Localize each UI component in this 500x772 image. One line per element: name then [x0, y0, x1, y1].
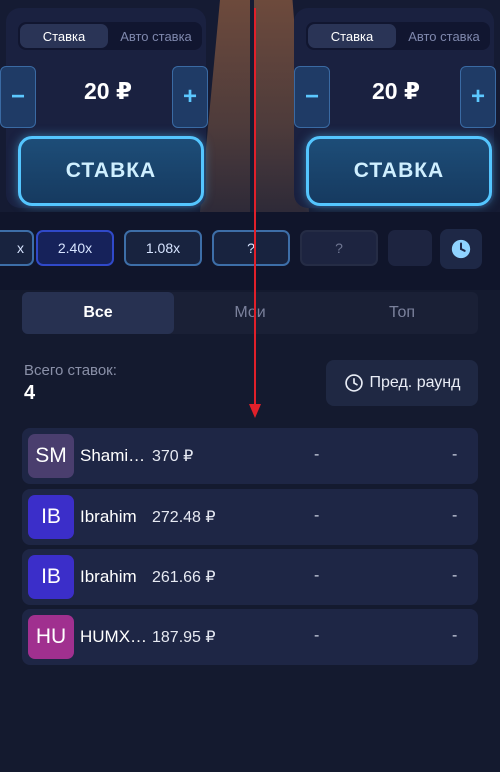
- increase-button[interactable]: +: [460, 66, 496, 128]
- place-bet-button[interactable]: СТАВКА: [18, 136, 204, 206]
- win-amount: -: [452, 627, 458, 644]
- bet-row: HU HUMX… 187.95 ₽ - -: [22, 609, 478, 665]
- multiplier-chip: 1.08x: [124, 230, 202, 266]
- cashout-multiplier: -: [314, 567, 320, 584]
- mode-tab-auto-bet[interactable]: Авто ставка: [400, 24, 488, 48]
- total-bets-value: 4: [24, 382, 36, 404]
- win-amount: -: [452, 446, 458, 463]
- multiplier-chip-faded: [388, 230, 432, 266]
- avatar: IB: [28, 555, 74, 599]
- mode-tab-auto-bet[interactable]: Авто ставка: [112, 24, 200, 48]
- bet-panel-left: Ставка Авто ставка − 20 ₽ + СТАВКА: [0, 8, 208, 208]
- bet-row: SM Shami… 370 ₽ - -: [22, 428, 478, 484]
- history-clock-button[interactable]: [440, 229, 482, 269]
- total-bets-label: Всего ставок:: [24, 362, 117, 379]
- avatar: SM: [28, 434, 74, 478]
- player-name: Shami…: [80, 446, 146, 465]
- bet-amount: 272.48 ₽: [152, 509, 216, 526]
- bet-amount[interactable]: 20 ₽: [48, 78, 168, 105]
- multiplier-chip: 2.40x: [36, 230, 114, 266]
- clock-icon: [451, 239, 471, 259]
- multiplier-chip: x: [0, 230, 34, 266]
- decrease-button[interactable]: −: [294, 66, 330, 128]
- avatar: HU: [28, 615, 74, 659]
- bet-amount: 261.66 ₽: [152, 569, 216, 586]
- increase-button[interactable]: +: [172, 66, 208, 128]
- tab-all[interactable]: Все: [22, 292, 174, 334]
- mode-tab-bet[interactable]: Ставка: [308, 24, 396, 48]
- tab-top[interactable]: Топ: [326, 292, 478, 334]
- previous-round-button[interactable]: Пред. раунд: [326, 360, 478, 406]
- cashout-multiplier: -: [314, 627, 320, 644]
- bet-row: IB Ibrahim 261.66 ₽ - -: [22, 549, 478, 605]
- cashout-multiplier: -: [314, 446, 320, 463]
- mode-switch: Ставка Авто ставка: [306, 22, 490, 50]
- player-name: HUMX…: [80, 627, 148, 646]
- previous-round-label: Пред. раунд: [369, 374, 461, 391]
- annotation-arrow: [249, 8, 261, 418]
- bet-amount: 187.95 ₽: [152, 629, 216, 646]
- mode-switch: Ставка Авто ставка: [18, 22, 202, 50]
- avatar: IB: [28, 495, 74, 539]
- bet-row: IB Ibrahim 272.48 ₽ - -: [22, 489, 478, 545]
- win-amount: -: [452, 567, 458, 584]
- player-name: Ibrahim: [80, 567, 137, 586]
- bet-amount: 370 ₽: [152, 448, 194, 465]
- place-bet-button[interactable]: СТАВКА: [306, 136, 492, 206]
- multiplier-chip: ?: [300, 230, 378, 266]
- bet-amount[interactable]: 20 ₽: [336, 78, 456, 105]
- player-name: Ibrahim: [80, 507, 137, 526]
- bet-panel-right: Ставка Авто ставка − 20 ₽ + СТАВКА: [294, 8, 496, 208]
- mode-tab-bet[interactable]: Ставка: [20, 24, 108, 48]
- clock-icon: [344, 374, 363, 392]
- decrease-button[interactable]: −: [0, 66, 36, 128]
- win-amount: -: [452, 507, 458, 524]
- cashout-multiplier: -: [314, 507, 320, 524]
